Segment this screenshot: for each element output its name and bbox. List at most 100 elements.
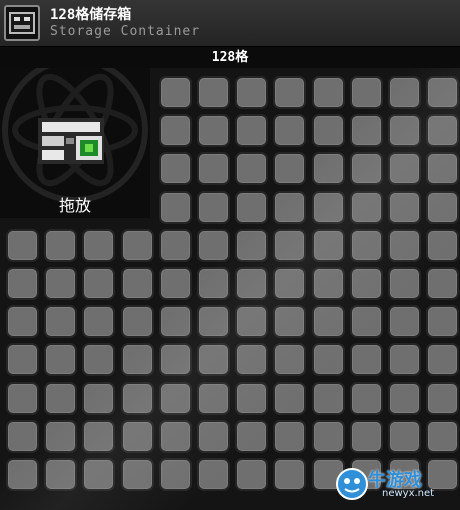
inventory-slot[interactable] (82, 381, 116, 415)
inventory-slot[interactable] (273, 76, 307, 109)
inventory-slot[interactable] (235, 190, 269, 224)
inventory-slot[interactable] (349, 76, 383, 109)
inventory-slot[interactable] (311, 381, 345, 415)
inventory-slot[interactable] (311, 267, 345, 300)
inventory-slot[interactable] (158, 419, 192, 453)
inventory-slot[interactable] (426, 114, 460, 148)
inventory-slot[interactable] (235, 458, 269, 491)
inventory-slot[interactable] (235, 419, 269, 453)
inventory-slot[interactable] (197, 228, 230, 262)
inventory-slot[interactable] (158, 114, 192, 148)
inventory-slot[interactable] (426, 228, 460, 262)
inventory-slot[interactable] (158, 381, 192, 415)
inventory-slot[interactable] (349, 114, 383, 148)
inventory-slot[interactable] (311, 228, 345, 262)
inventory-slot[interactable] (273, 228, 307, 262)
inventory-slot[interactable] (273, 190, 307, 224)
inventory-slot[interactable] (6, 267, 39, 300)
inventory-slot[interactable] (6, 228, 39, 262)
inventory-slot[interactable] (44, 267, 78, 300)
inventory-slot[interactable] (158, 267, 192, 300)
inventory-slot[interactable] (120, 267, 154, 300)
inventory-slot[interactable] (6, 343, 39, 377)
inventory-slot[interactable] (273, 152, 307, 186)
inventory-slot[interactable] (235, 228, 269, 262)
inventory-slot[interactable] (388, 76, 421, 109)
inventory-slot[interactable] (349, 419, 383, 453)
inventory-slot[interactable] (44, 228, 78, 262)
inventory-slot[interactable] (197, 190, 230, 224)
inventory-slot[interactable] (311, 76, 345, 109)
inventory-slot[interactable] (235, 343, 269, 377)
inventory-slot[interactable] (426, 305, 460, 339)
inventory-slot[interactable] (349, 267, 383, 300)
inventory-slot[interactable] (388, 343, 421, 377)
inventory-slot[interactable] (235, 152, 269, 186)
inventory-slot[interactable] (311, 419, 345, 453)
inventory-slot[interactable] (235, 76, 269, 109)
inventory-slot[interactable] (120, 458, 154, 491)
inventory-slot[interactable] (158, 152, 192, 186)
inventory-slot[interactable] (426, 190, 460, 224)
inventory-slot[interactable] (349, 381, 383, 415)
inventory-slot[interactable] (197, 458, 230, 491)
inventory-slot[interactable] (82, 458, 116, 491)
inventory-slot[interactable] (44, 458, 78, 491)
inventory-slot[interactable] (273, 343, 307, 377)
inventory-slot[interactable] (273, 267, 307, 300)
inventory-slot[interactable] (197, 343, 230, 377)
inventory-slot[interactable] (426, 381, 460, 415)
inventory-slot[interactable] (197, 381, 230, 415)
inventory-slot[interactable] (311, 190, 345, 224)
inventory-slot[interactable] (349, 305, 383, 339)
inventory-slot[interactable] (235, 114, 269, 148)
inventory-slot[interactable] (388, 381, 421, 415)
inventory-slot[interactable] (158, 458, 192, 491)
inventory-slot[interactable] (235, 305, 269, 339)
inventory-slot[interactable] (158, 228, 192, 262)
inventory-slot[interactable] (349, 152, 383, 186)
inventory-slot[interactable] (197, 114, 230, 148)
inventory-slot[interactable] (273, 305, 307, 339)
inventory-slot[interactable] (426, 419, 460, 453)
inventory-slot[interactable] (6, 381, 39, 415)
inventory-slot[interactable] (349, 190, 383, 224)
inventory-slot[interactable] (197, 419, 230, 453)
inventory-slot[interactable] (311, 343, 345, 377)
inventory-slot[interactable] (426, 267, 460, 300)
inventory-slot[interactable] (426, 76, 460, 109)
inventory-slot[interactable] (158, 76, 192, 109)
inventory-slot[interactable] (426, 343, 460, 377)
inventory-slot[interactable] (349, 228, 383, 262)
inventory-slot[interactable] (273, 114, 307, 148)
inventory-slot[interactable] (388, 305, 421, 339)
inventory-slot[interactable] (235, 381, 269, 415)
inventory-slot[interactable] (388, 267, 421, 300)
inventory-slot[interactable] (235, 267, 269, 300)
inventory-slot[interactable] (6, 419, 39, 453)
inventory-slot[interactable] (82, 305, 116, 339)
inventory-slot[interactable] (158, 343, 192, 377)
inventory-slot[interactable] (311, 152, 345, 186)
inventory-slot[interactable] (44, 343, 78, 377)
inventory-slot[interactable] (44, 419, 78, 453)
inventory-slot[interactable] (82, 267, 116, 300)
inventory-slot[interactable] (120, 343, 154, 377)
inventory-slot[interactable] (388, 152, 421, 186)
inventory-slot[interactable] (6, 458, 39, 491)
inventory-slot[interactable] (388, 114, 421, 148)
inventory-slot[interactable] (120, 381, 154, 415)
inventory-slot[interactable] (82, 343, 116, 377)
inventory-slot[interactable] (311, 305, 345, 339)
inventory-slot[interactable] (273, 458, 307, 491)
inventory-slot[interactable] (120, 305, 154, 339)
inventory-slot[interactable] (349, 343, 383, 377)
inventory-slot[interactable] (197, 267, 230, 300)
inventory-slot[interactable] (197, 152, 230, 186)
inventory-slot[interactable] (273, 381, 307, 415)
inventory-slot[interactable] (82, 228, 116, 262)
inventory-slot[interactable] (388, 228, 421, 262)
inventory-slot[interactable] (158, 190, 192, 224)
inventory-slot[interactable] (82, 419, 116, 453)
inventory-slot[interactable] (158, 305, 192, 339)
